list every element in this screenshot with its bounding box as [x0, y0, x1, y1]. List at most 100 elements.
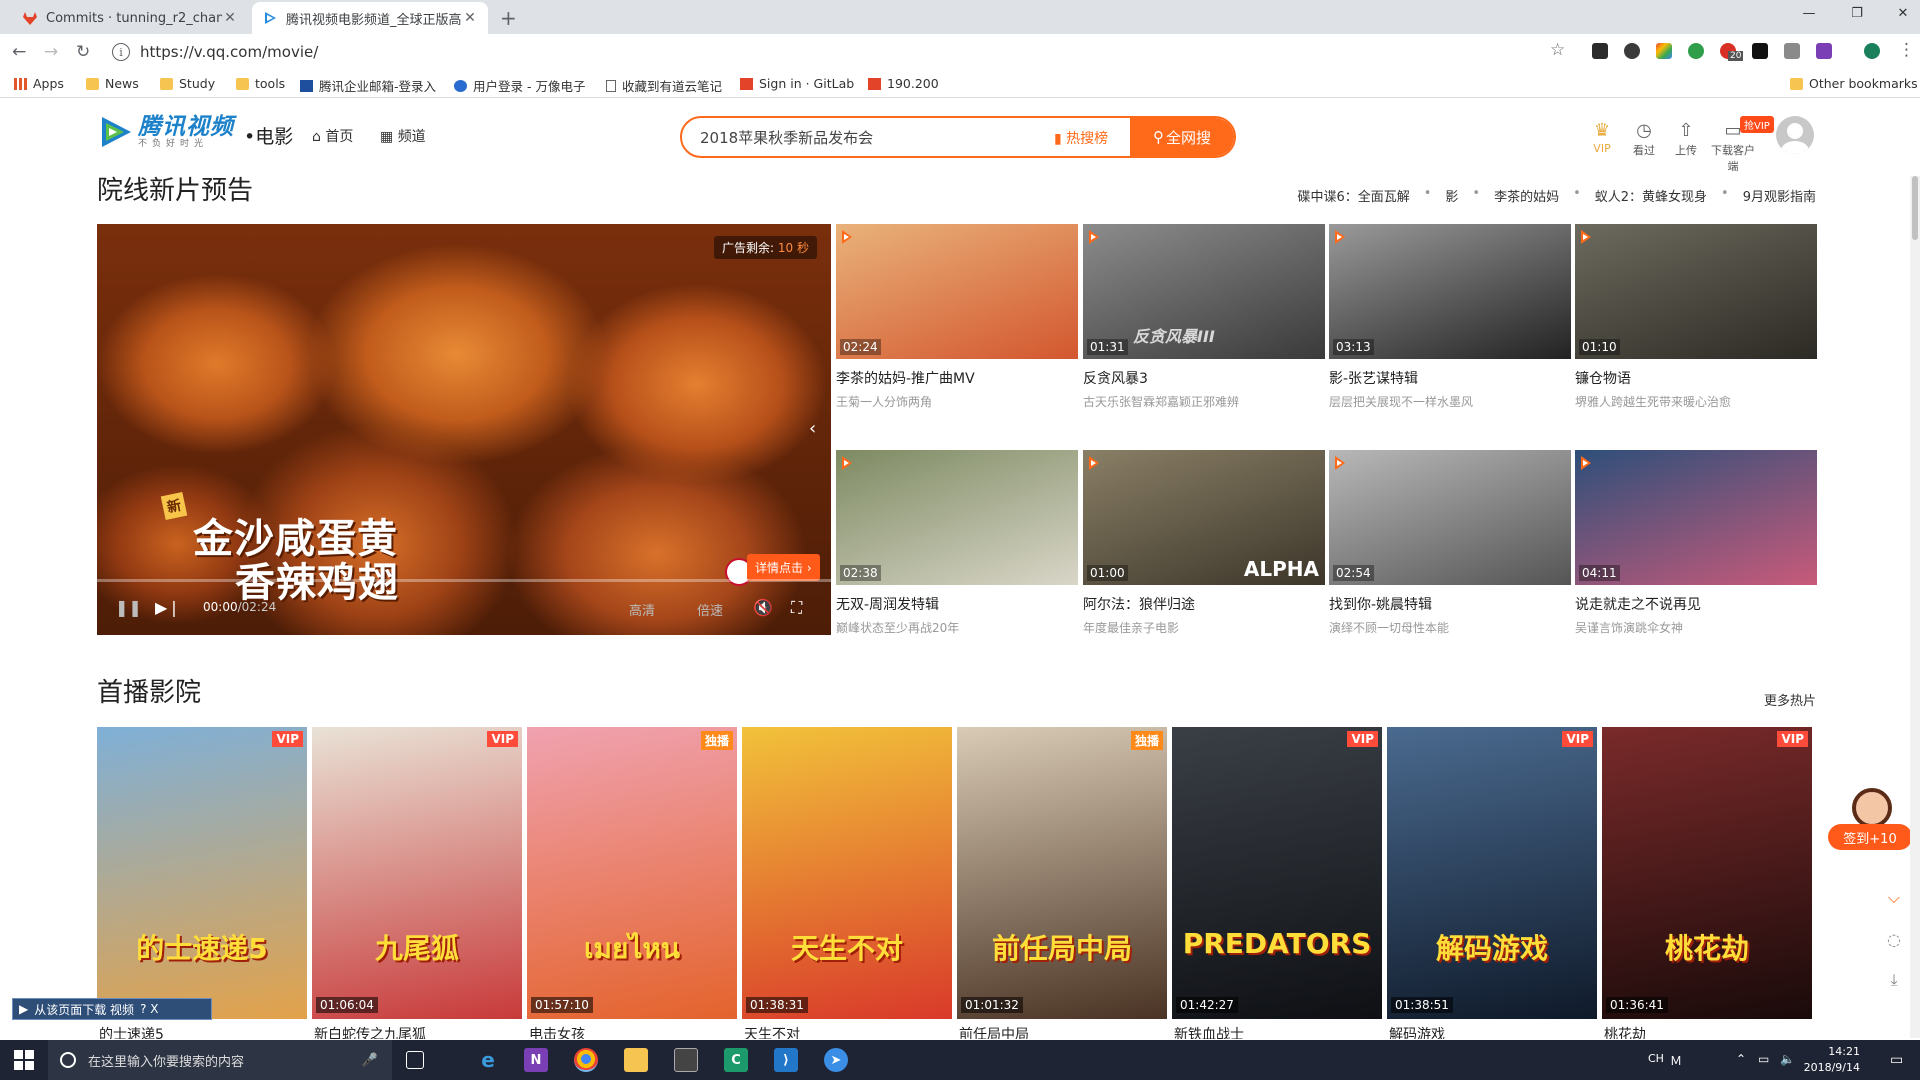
address-bar[interactable]: i https://v.qq.com/movie/ — [112, 38, 1582, 66]
new-tab-button[interactable]: + — [500, 6, 517, 30]
reload-icon[interactable]: ↻ — [76, 42, 90, 62]
trailer-card[interactable]: 03:13 影-张艺谋特辑 层层把关展现不一样水墨风 — [1329, 224, 1571, 410]
daily-signin-widget[interactable]: 签到+10 — [1828, 788, 1912, 850]
get-vip-badge[interactable]: 抢VIP — [1740, 116, 1774, 133]
vip-button[interactable]: ♛ VIP — [1582, 120, 1622, 155]
trailer-thumbnail[interactable]: 02:24 — [836, 224, 1078, 359]
all-search-button[interactable]: ⚲ 全网搜 — [1130, 118, 1234, 156]
menu-kebab-icon[interactable]: ⋮ — [1898, 40, 1915, 60]
movie-poster[interactable]: 九尾狐 VIP 01:06:04 — [312, 727, 522, 1019]
movie-poster[interactable]: 桃花劫 VIP 01:36:41 — [1602, 727, 1812, 1019]
poster-title[interactable]: 桃花劫 — [1604, 1025, 1646, 1039]
topic-link[interactable]: 9月观影指南 — [1743, 186, 1816, 205]
download-bar-close[interactable]: ? X — [140, 1002, 158, 1016]
vscode-icon[interactable]: ⟩ — [774, 1048, 798, 1072]
bookmark-tencent-mail[interactable]: 腾讯企业邮箱-登录入 — [300, 76, 436, 95]
minimize-icon[interactable]: — — [1794, 6, 1824, 21]
movie-poster[interactable]: 前任局中局 独播 01:01:32 — [957, 727, 1167, 1019]
movie-poster[interactable]: 的士速递5 VIP — [97, 727, 307, 1019]
feedback-check-icon[interactable]: ⌵ — [1884, 888, 1904, 908]
trailer-card[interactable]: 01:31 反贪风暴III 反贪风暴3 古天乐张智霖郑嘉颖正邪难辨 — [1083, 224, 1325, 410]
camera-extension-icon[interactable] — [1784, 43, 1800, 59]
quality-button[interactable]: 高清 — [629, 600, 655, 619]
search-input[interactable] — [700, 118, 1040, 156]
trailer-card[interactable]: 02:24 李茶的姑妈-推广曲MV 王菊一人分饰两角 — [836, 224, 1078, 410]
bookmark-study[interactable]: Study — [160, 76, 215, 91]
mute-icon[interactable]: 🔇 — [753, 598, 773, 617]
close-tab-icon[interactable]: ✕ — [222, 10, 238, 26]
tab-tencent-video[interactable]: 腾讯视频电影频道_全球正版高清 ✕ — [252, 2, 488, 34]
more-movies-link[interactable]: 更多热片 — [1764, 690, 1816, 709]
movie-poster[interactable]: เมยไหน 独播 01:57:10 — [527, 727, 737, 1019]
user-avatar[interactable] — [1776, 116, 1814, 154]
hot-search-button[interactable]: ▮ 热搜榜 — [1054, 128, 1108, 148]
comment-icon[interactable]: ◌ — [1884, 930, 1904, 949]
edge-icon[interactable]: e — [476, 1048, 500, 1072]
bookmark-gitlab-signin[interactable]: Sign in · GitLab — [740, 76, 854, 91]
trailer-thumbnail[interactable]: 03:13 — [1329, 224, 1571, 359]
trailer-thumbnail[interactable]: 02:54 — [1329, 450, 1571, 585]
signin-button[interactable]: 签到+10 — [1828, 824, 1912, 850]
poster-title[interactable]: 解码游戏 — [1389, 1025, 1445, 1039]
movie-poster[interactable]: PREDATORS VIP 01:42:27 — [1172, 727, 1382, 1019]
trailer-thumbnail[interactable]: 01:10 — [1575, 224, 1817, 359]
ime-indicator[interactable]: CH — [1648, 1052, 1664, 1065]
nav-channels[interactable]: ▦ 频道 — [380, 126, 426, 146]
ad-detail-button[interactable]: 详情点击 › — [747, 554, 820, 581]
action-center-icon[interactable]: ▭ — [1890, 1052, 1903, 1068]
microphone-icon[interactable]: 🎤 — [362, 1053, 378, 1068]
upload-button[interactable]: ⇧ 上传 — [1666, 120, 1706, 158]
file-explorer-icon[interactable] — [624, 1048, 648, 1072]
topic-link[interactable]: 影 — [1445, 186, 1458, 205]
trailer-title[interactable]: 镰仓物语 — [1575, 368, 1817, 388]
history-button[interactable]: ◷ 看过 — [1624, 120, 1664, 158]
trailer-title[interactable]: 说走就走之不说再见 — [1575, 594, 1817, 614]
trailer-thumbnail[interactable]: 01:31 反贪风暴III — [1083, 224, 1325, 359]
search-box[interactable]: ▮ 热搜榜 ⚲全网搜 — [680, 116, 1236, 158]
colorful-extension-icon[interactable] — [1656, 43, 1672, 59]
trailer-card[interactable]: 01:00 ALPHA 阿尔法：狼伴归途 年度最佳亲子电影 — [1083, 450, 1325, 636]
clock[interactable]: 14:21 2018/9/14 — [1804, 1044, 1860, 1076]
volume-icon[interactable]: 🔈 — [1780, 1052, 1795, 1066]
topic-link[interactable]: 李茶的姑妈 — [1494, 186, 1559, 205]
bookmark-tools[interactable]: tools — [236, 76, 285, 91]
trailer-card[interactable]: 02:54 找到你-姚晨特辑 演绎不顾一切母性本能 — [1329, 450, 1571, 636]
speed-button[interactable]: 倍速 — [697, 600, 723, 619]
poster-title[interactable]: 电击女孩 — [529, 1025, 585, 1039]
close-tab-icon[interactable]: ✕ — [462, 10, 478, 26]
windows-start-icon[interactable] — [14, 1050, 34, 1070]
bookmark-youdao[interactable]: 收藏到有道云笔记 — [606, 76, 722, 95]
video-progress-bar[interactable] — [97, 579, 831, 582]
onenote-extension-icon[interactable] — [1816, 43, 1832, 59]
clion-icon[interactable]: C — [724, 1048, 748, 1072]
trailer-thumbnail[interactable]: 04:11 — [1575, 450, 1817, 585]
trailer-thumbnail[interactable]: 01:00 ALPHA — [1083, 450, 1325, 585]
poster-title[interactable]: 天生不对 — [744, 1025, 800, 1039]
site-info-icon[interactable]: i — [112, 43, 130, 61]
network-icon[interactable]: ▭ — [1758, 1052, 1769, 1066]
trailer-card[interactable]: 01:10 镰仓物语 堺雅人跨越生死带来暖心治愈 — [1575, 224, 1817, 410]
close-window-icon[interactable]: ✕ — [1888, 6, 1918, 21]
evernote-icon[interactable] — [1688, 43, 1704, 59]
bookmark-star-icon[interactable]: ☆ — [1550, 40, 1565, 60]
back-icon[interactable]: ← — [12, 42, 26, 62]
poster-title[interactable]: 的士速递5 — [99, 1025, 164, 1039]
trailer-card[interactable]: 02:38 无双-周润发特辑 巅峰状态至少再战20年 — [836, 450, 1078, 636]
topic-link[interactable]: 碟中谍6：全面瓦解 — [1297, 186, 1409, 205]
page-scrollbar[interactable] — [1910, 176, 1920, 1038]
bookmark-user-login[interactable]: 用户登录 - 万像电子 — [454, 76, 585, 95]
chevron-up-icon[interactable]: ⌃ — [1736, 1052, 1746, 1066]
tab-gitlab-commits[interactable]: Commits · tunning_r2_change ✕ — [12, 2, 248, 34]
trailer-card[interactable]: 04:11 说走就走之不说再见 吴谨言饰演跳伞女神 — [1575, 450, 1817, 636]
pause-icon[interactable]: ❚❚ — [115, 598, 142, 617]
nav-home[interactable]: ⌂ 首页 — [312, 126, 353, 146]
fullscreen-icon[interactable]: ⛶ — [791, 598, 802, 618]
extension-icon[interactable] — [1592, 43, 1608, 59]
pocket-icon[interactable] — [1624, 43, 1640, 59]
forward-icon[interactable]: → — [44, 42, 58, 62]
profile-avatar-icon[interactable] — [1864, 43, 1880, 59]
next-icon[interactable]: ▶❘ — [155, 598, 181, 617]
poster-title[interactable]: 新铁血战士 — [1174, 1025, 1244, 1039]
movie-poster[interactable]: 解码游戏 VIP 01:38:51 — [1387, 727, 1597, 1019]
trailer-title[interactable]: 影-张艺谋特辑 — [1329, 368, 1571, 388]
